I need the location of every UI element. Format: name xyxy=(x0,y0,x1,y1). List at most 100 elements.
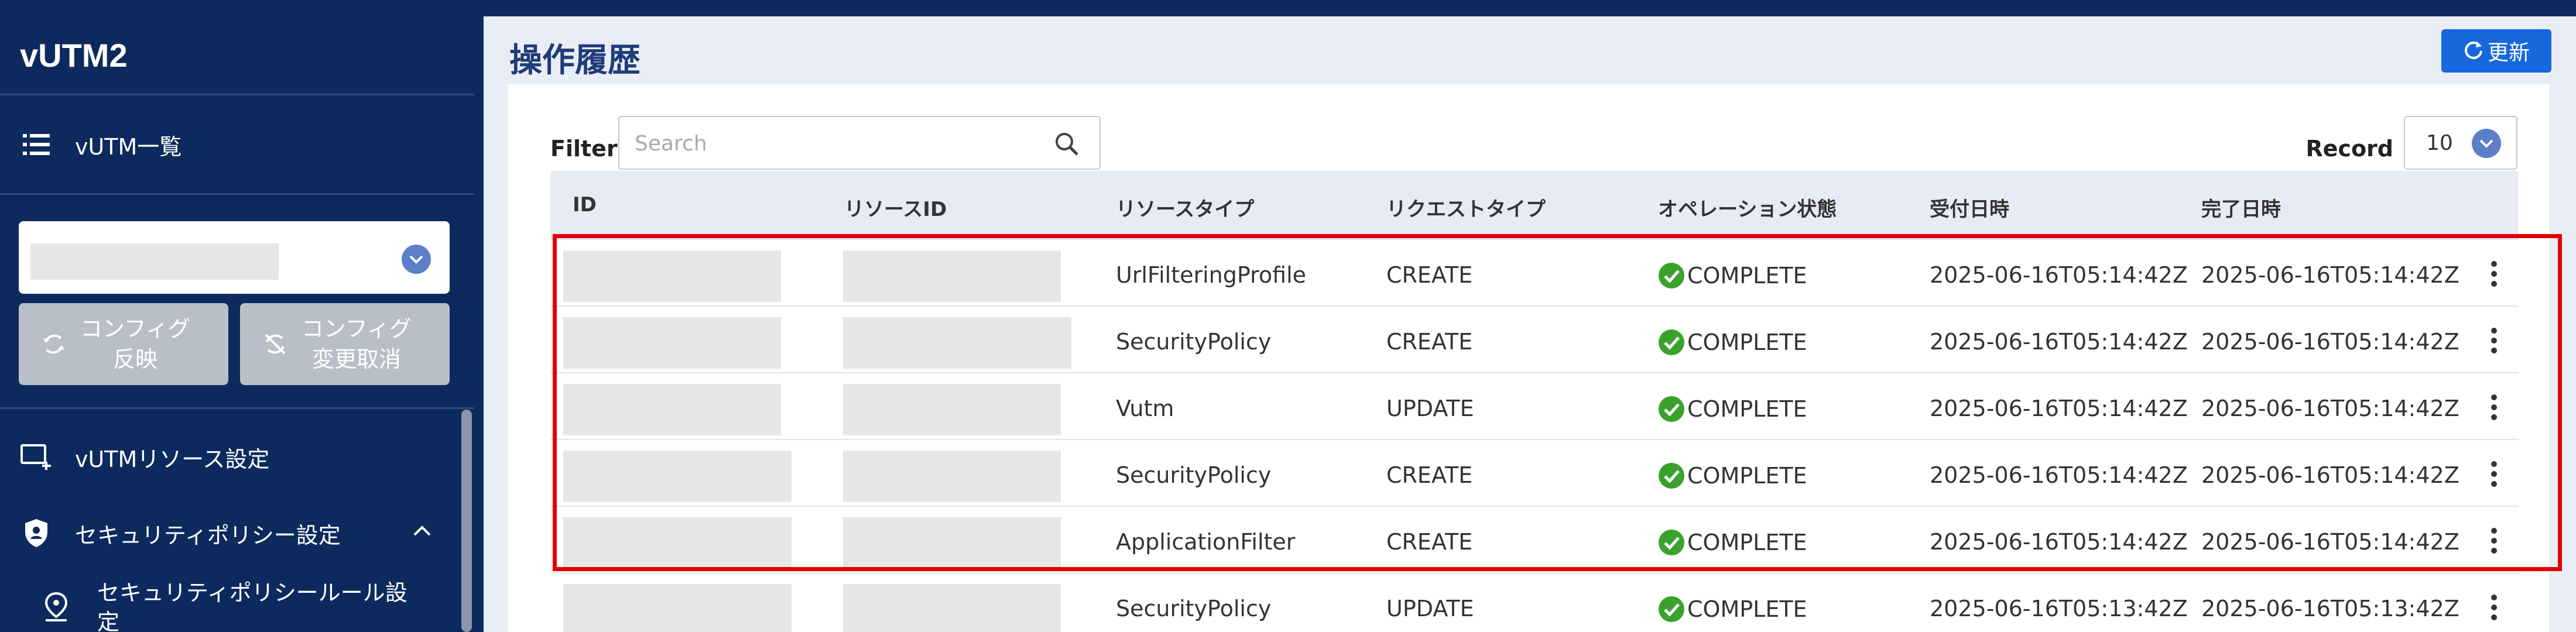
resource-type-cell: Vutm xyxy=(1116,396,1174,421)
column-header-operation-status[interactable]: オペレーション状態 xyxy=(1658,193,1837,222)
search-field[interactable] xyxy=(618,116,1101,170)
config-cancel-button[interactable]: コンフィグ 変更取消 xyxy=(240,303,450,385)
sidebar-divider xyxy=(0,94,474,95)
button-label-line: コンフィグ xyxy=(80,316,191,342)
table-row[interactable]: ApplicationFilter CREATE COMPLETE 2025-06-1… xyxy=(550,507,2519,573)
record-count-value: 10 xyxy=(2426,131,2453,155)
column-header-id[interactable]: ID xyxy=(573,193,597,217)
table-row[interactable]: SecurityPolicy CREATE COMPLETE 2025-06-16T0… xyxy=(550,440,2519,507)
column-header-request-type[interactable]: リクエストタイプ xyxy=(1386,193,1546,222)
page-title: 操作履歴 xyxy=(509,42,640,80)
column-header-completed-at[interactable]: 完了日時 xyxy=(2201,193,2281,222)
table-header: ID リソースID リソースタイプ リクエストタイプ オペレーション状態 受付日… xyxy=(550,171,2519,240)
request-type-cell: UPDATE xyxy=(1386,596,1474,621)
operation-status-cell: COMPLETE xyxy=(1658,462,1807,489)
more-vert-icon[interactable] xyxy=(2482,524,2506,557)
button-label-line: 変更取消 xyxy=(311,346,401,372)
more-vert-icon[interactable] xyxy=(2482,591,2506,624)
more-vert-icon[interactable] xyxy=(2482,391,2506,424)
table-row[interactable]: SecurityPolicy UPDATE COMPLETE 2025-06-16T0… xyxy=(550,573,2519,632)
vutm-select[interactable] xyxy=(19,221,450,294)
request-type-cell: CREATE xyxy=(1386,462,1473,488)
shield-user-icon xyxy=(20,517,53,549)
check-circle-icon xyxy=(1659,596,1684,622)
resource-type-cell: UrlFilteringProfile xyxy=(1116,262,1307,288)
sidebar-item-label: vUTMリソース設定 xyxy=(75,446,270,472)
operation-status-cell: COMPLETE xyxy=(1658,262,1807,289)
received-at-cell: 2025-06-16T05:13:42Z xyxy=(1930,596,2188,621)
search-input[interactable] xyxy=(635,129,1033,158)
redacted-resource-id xyxy=(843,451,1061,502)
status-text: COMPLETE xyxy=(1687,530,1807,555)
status-text: COMPLETE xyxy=(1687,396,1807,422)
table-row[interactable]: Vutm UPDATE COMPLETE 2025-06-16T05:14:42Z 20… xyxy=(550,373,2519,440)
history-card: Filter Record 10 ID リソースID リソースタイプ リクエスト… xyxy=(508,84,2549,632)
resource-type-cell: SecurityPolicy xyxy=(1116,329,1272,355)
completed-at-cell: 2025-06-16T05:14:42Z xyxy=(2201,462,2459,488)
chevron-down-icon xyxy=(2472,129,2501,158)
redacted-id xyxy=(563,451,792,502)
more-vert-icon[interactable] xyxy=(2482,458,2506,490)
status-text: COMPLETE xyxy=(1687,463,1807,489)
list-icon xyxy=(20,128,53,161)
sidebar-item-security-rule[interactable]: セキュリティポリシールール設定 xyxy=(0,578,474,632)
sidebar-item-vutm-list[interactable]: vUTM一覧 xyxy=(0,118,474,171)
redacted-resource-id xyxy=(843,584,1061,632)
check-circle-icon xyxy=(1659,463,1684,489)
redacted-id xyxy=(563,317,781,369)
sidebar-scrollbar[interactable] xyxy=(461,410,472,632)
redacted-id xyxy=(563,584,792,632)
button-label-line: 反映 xyxy=(112,346,157,372)
redacted-value xyxy=(30,243,279,280)
operation-status-cell: COMPLETE xyxy=(1658,596,1807,623)
sync-icon xyxy=(40,330,68,358)
column-header-received-at[interactable]: 受付日時 xyxy=(1930,193,2009,222)
check-circle-icon xyxy=(1659,396,1684,422)
location-pin-icon xyxy=(40,591,73,624)
received-at-cell: 2025-06-16T05:14:42Z xyxy=(1930,329,2188,355)
main-content: 操作履歴 更新 Filter Record 10 ID リソースID リソースタ… xyxy=(484,16,2576,632)
operation-status-cell: COMPLETE xyxy=(1658,529,1807,556)
sidebar-item-security-policy[interactable]: セキュリティポリシー設定 xyxy=(0,507,474,559)
column-header-resource-id[interactable]: リソースID xyxy=(844,193,947,222)
table-row[interactable]: UrlFilteringProfile CREATE COMPLETE 2025-06… xyxy=(550,240,2519,307)
resource-type-cell: SecurityPolicy xyxy=(1116,596,1272,621)
resource-type-cell: SecurityPolicy xyxy=(1116,462,1272,488)
completed-at-cell: 2025-06-16T05:13:42Z xyxy=(2201,596,2459,621)
button-label-line: コンフィグ xyxy=(301,316,412,342)
record-count-select[interactable]: 10 xyxy=(2404,116,2517,170)
status-text: COMPLETE xyxy=(1687,596,1807,622)
resource-type-cell: ApplicationFilter xyxy=(1116,529,1296,555)
redacted-resource-id xyxy=(843,384,1061,435)
completed-at-cell: 2025-06-16T05:14:42Z xyxy=(2201,396,2459,421)
check-circle-icon xyxy=(1659,263,1684,288)
check-circle-icon xyxy=(1659,329,1684,355)
more-vert-icon[interactable] xyxy=(2482,324,2506,357)
chevron-up-icon xyxy=(412,524,432,540)
sidebar-divider xyxy=(0,407,474,409)
refresh-label: 更新 xyxy=(2487,41,2530,65)
sidebar-item-resource-settings[interactable]: vUTMリソース設定 xyxy=(0,431,474,483)
received-at-cell: 2025-06-16T05:14:42Z xyxy=(1930,396,2188,421)
record-label: Record xyxy=(2306,136,2393,162)
sync-disabled-icon xyxy=(261,330,289,358)
table-row[interactable]: SecurityPolicy CREATE COMPLETE 2025-06-16T0… xyxy=(550,307,2519,373)
refresh-button[interactable]: 更新 xyxy=(2441,29,2551,73)
status-text: COMPLETE xyxy=(1687,263,1807,288)
more-vert-icon[interactable] xyxy=(2482,257,2506,290)
completed-at-cell: 2025-06-16T05:14:42Z xyxy=(2201,262,2459,288)
config-apply-button[interactable]: コンフィグ 反映 xyxy=(19,303,228,385)
redacted-resource-id xyxy=(843,517,1061,569)
add-to-screen-icon xyxy=(20,441,53,473)
search-icon[interactable] xyxy=(1054,131,1080,157)
redacted-id xyxy=(563,384,781,435)
sidebar-item-label: セキュリティポリシー設定 xyxy=(75,522,341,548)
sidebar-item-label: vUTM一覧 xyxy=(75,133,182,160)
column-header-resource-type[interactable]: リソースタイプ xyxy=(1116,193,1254,222)
filter-label: Filter xyxy=(550,136,618,162)
received-at-cell: 2025-06-16T05:14:42Z xyxy=(1930,462,2188,488)
status-text: COMPLETE xyxy=(1687,329,1807,355)
completed-at-cell: 2025-06-16T05:14:42Z xyxy=(2201,529,2459,555)
redacted-resource-id xyxy=(843,250,1061,302)
request-type-cell: UPDATE xyxy=(1386,396,1474,421)
